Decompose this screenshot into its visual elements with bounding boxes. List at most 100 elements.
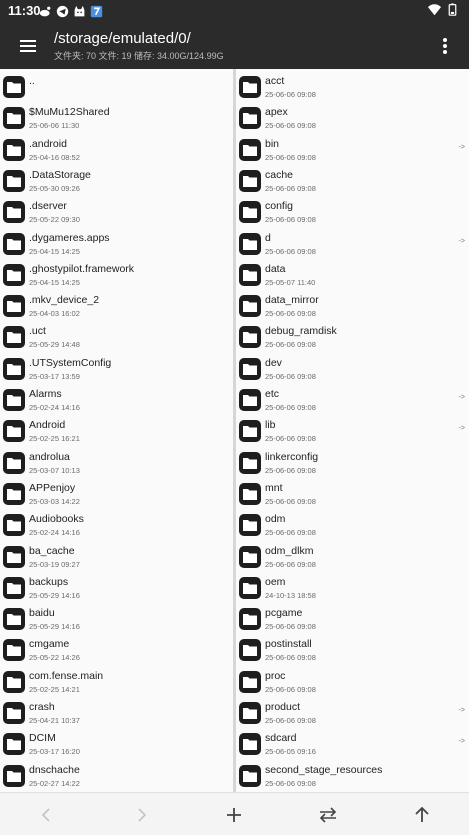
- file-date: 25-06-06 09:08: [265, 152, 316, 162]
- file-date: 25-06-06 09:08: [265, 496, 316, 506]
- up-icon[interactable]: [411, 804, 433, 826]
- file-row[interactable]: etc 25-06-06 09:08 ->: [236, 384, 469, 415]
- file-date: 25-05-30 09:26: [29, 183, 80, 193]
- symlink-indicator: ->: [458, 425, 465, 433]
- menu-icon[interactable]: [16, 34, 40, 58]
- file-row[interactable]: debug_ramdisk 25-06-06 09:08: [236, 321, 469, 352]
- file-name: ba_cache: [29, 544, 75, 557]
- file-row[interactable]: acct 25-06-06 09:08: [236, 71, 469, 102]
- file-row[interactable]: second_stage_resources 25-06-06 09:08: [236, 760, 469, 791]
- file-name: .dserver: [29, 200, 67, 213]
- file-name: dev: [265, 356, 282, 369]
- file-row[interactable]: cmgame 25-05-22 14:26: [0, 634, 233, 665]
- folder-icon: [239, 138, 261, 161]
- file-row[interactable]: odm 25-06-06 09:08: [236, 509, 469, 540]
- folder-icon: [3, 670, 25, 693]
- folder-icon: [3, 263, 25, 286]
- file-date: 25-03-19 09:27: [29, 559, 80, 569]
- add-icon[interactable]: [223, 804, 245, 826]
- file-name: bin: [265, 137, 280, 150]
- back-icon[interactable]: [36, 804, 58, 826]
- file-row[interactable]: data_mirror 25-06-06 09:08: [236, 290, 469, 321]
- file-row[interactable]: sdcard 25-06-05 09:16 ->: [236, 728, 469, 759]
- file-date: 25-06-06 09:08: [265, 434, 316, 444]
- file-row[interactable]: backups 25-05-29 14:16: [0, 572, 233, 603]
- folder-icon: [3, 451, 25, 474]
- storage-stats: 文件夹: 70 文件: 19 储存: 34.00G/124.99G: [54, 51, 224, 61]
- file-date: 25-05-29 14:16: [29, 622, 80, 632]
- weibo-icon: [39, 6, 51, 16]
- file-row[interactable]: baidu 25-05-29 14:16: [0, 603, 233, 634]
- file-date: 25-06-06 09:08: [265, 622, 316, 632]
- folder-icon: [239, 733, 261, 756]
- folder-icon: [239, 232, 261, 255]
- file-name: acct: [265, 75, 285, 87]
- file-date: 25-04-16 08:52: [29, 152, 80, 162]
- file-row[interactable]: DCIM 25-03-17 16:20: [0, 728, 233, 759]
- file-row[interactable]: com.fense.main 25-02-25 14:21: [0, 666, 233, 697]
- file-row[interactable]: config 25-06-06 09:08: [236, 196, 469, 227]
- wifi-icon: [428, 4, 441, 16]
- file-name: cache: [265, 168, 294, 181]
- file-row[interactable]: .dserver 25-05-22 09:30: [0, 196, 233, 227]
- file-date: 25-05-07 11:40: [265, 277, 316, 287]
- more-options-icon[interactable]: [435, 34, 455, 58]
- file-row[interactable]: .dygameres.apps 25-04-15 14:25: [0, 228, 233, 259]
- file-row[interactable]: pcgame 25-06-06 09:08: [236, 603, 469, 634]
- folder-icon: [3, 608, 25, 631]
- right-file-pane[interactable]: acct 25-06-06 09:08 apex 25-06-06 09:08 bin 2…: [236, 69, 469, 792]
- file-row[interactable]: mnt 25-06-06 09:08: [236, 478, 469, 509]
- file-row[interactable]: cache 25-06-06 09:08: [236, 165, 469, 196]
- swap-icon[interactable]: [317, 804, 339, 826]
- symlink-indicator: ->: [458, 394, 465, 401]
- file-row[interactable]: oem 24-10-13 18:58: [236, 572, 469, 603]
- file-date: 25-06-06 11:30: [29, 121, 80, 131]
- file-row[interactable]: .UTSystemConfig 25-03-17 13:59: [0, 353, 233, 384]
- file-row[interactable]: lib 25-06-06 09:08 ->: [236, 415, 469, 446]
- file-name: .DataStorage: [29, 168, 91, 181]
- file-row[interactable]: .ghostypilot.framework 25-04-15 14:25: [0, 259, 233, 290]
- file-row[interactable]: apex 25-06-06 09:08: [236, 102, 469, 133]
- file-row[interactable]: bin 25-06-06 09:08 ->: [236, 134, 469, 165]
- file-row[interactable]: dev 25-06-06 09:08: [236, 353, 469, 384]
- file-row[interactable]: crash 25-04-21 10:37: [0, 697, 233, 728]
- file-name: .ghostypilot.framework: [29, 262, 135, 275]
- file-row[interactable]: postinstall 25-06-06 09:08: [236, 634, 469, 665]
- left-file-pane[interactable]: .. $MuMu12Shared 25-06-06 11:30 .android 25-…: [0, 69, 233, 792]
- file-date: 25-02-27 14:22: [29, 778, 80, 788]
- file-name: mnt: [265, 481, 283, 494]
- file-row[interactable]: Audiobooks 25-02-24 14:16: [0, 509, 233, 540]
- file-row[interactable]: d 25-06-06 09:08 ->: [236, 228, 469, 259]
- file-row[interactable]: Android 25-02-25 16:21: [0, 415, 233, 446]
- file-row[interactable]: .DataStorage 25-05-30 09:26: [0, 165, 233, 196]
- file-row[interactable]: .uct 25-05-29 14:48: [0, 321, 233, 352]
- file-row[interactable]: proc 25-06-06 09:08: [236, 666, 469, 697]
- folder-icon: [3, 107, 25, 130]
- file-row[interactable]: ..: [0, 71, 233, 102]
- file-row[interactable]: androlua 25-03-07 10:13: [0, 447, 233, 478]
- file-row[interactable]: ba_cache 25-03-19 09:27: [0, 541, 233, 572]
- file-row[interactable]: dnschache 25-02-27 14:22: [0, 760, 233, 791]
- file-name: odm: [265, 513, 286, 526]
- file-row[interactable]: $MuMu12Shared 25-06-06 11:30: [0, 102, 233, 133]
- folder-icon: [3, 389, 25, 411]
- folder-icon: [3, 482, 25, 505]
- forward-icon[interactable]: [130, 804, 152, 826]
- file-name: cmgame: [29, 638, 70, 651]
- file-row[interactable]: linkerconfig 25-06-06 09:08: [236, 447, 469, 478]
- file-row[interactable]: .android 25-04-16 08:52: [0, 134, 233, 165]
- folder-icon: [239, 357, 261, 380]
- file-row[interactable]: data 25-05-07 11:40: [236, 259, 469, 290]
- file-row[interactable]: .mkv_device_2 25-04-03 16:02: [0, 290, 233, 321]
- file-row[interactable]: odm_dlkm 25-06-06 09:08: [236, 541, 469, 572]
- file-date: 25-06-06 09:08: [265, 121, 316, 131]
- file-name: com.fense.main: [29, 669, 104, 682]
- file-name: $MuMu12Shared: [29, 106, 110, 119]
- file-row[interactable]: APPenjoy 25-03-03 14:22: [0, 478, 233, 509]
- file-row[interactable]: product 25-06-06 09:08 ->: [236, 697, 469, 728]
- folder-icon: [239, 639, 261, 662]
- symlink-indicator: ->: [458, 237, 465, 245]
- file-row[interactable]: Alarms 25-02-24 14:16: [0, 384, 233, 415]
- folder-icon: [3, 420, 25, 443]
- file-name: .android: [29, 137, 67, 150]
